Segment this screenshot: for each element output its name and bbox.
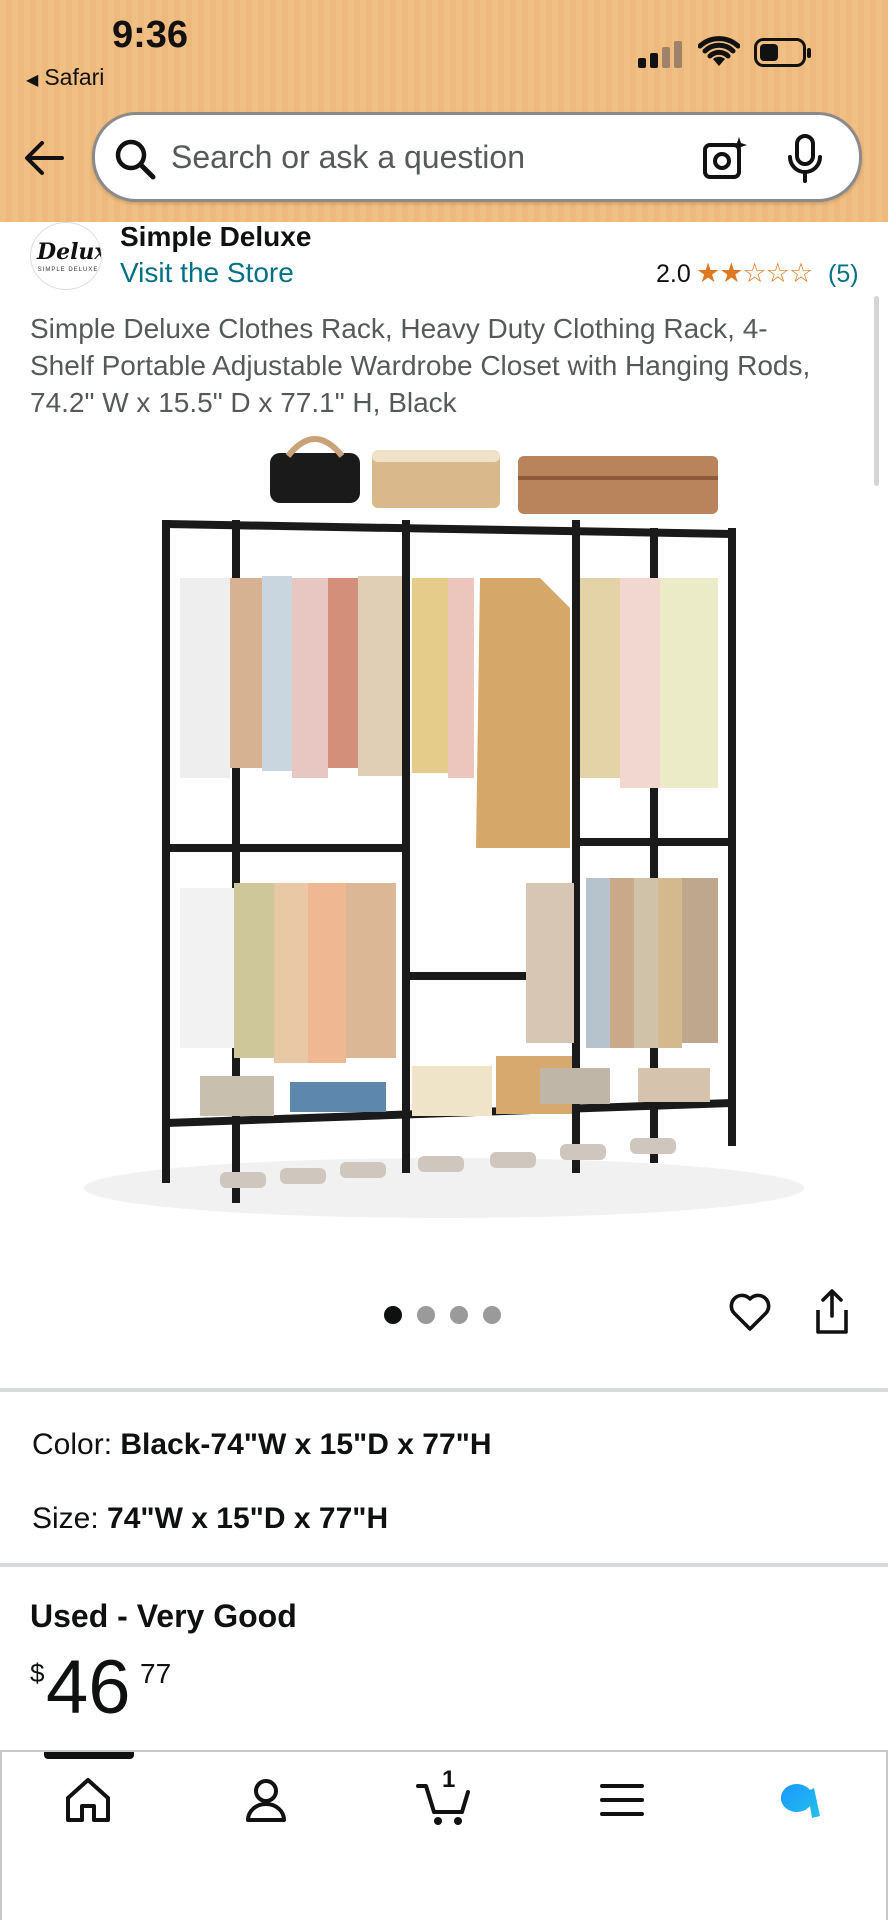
price-fraction: 77 <box>140 1658 172 1689</box>
review-count-link[interactable]: (5) <box>828 260 859 289</box>
carousel-dot[interactable] <box>417 1306 435 1324</box>
star-empty-icon: ☆ <box>742 258 766 288</box>
back-to-safari[interactable]: ◀ Safari <box>26 64 104 91</box>
back-app-label: Safari <box>44 64 105 90</box>
star-empty-icon: ☆ <box>788 258 813 288</box>
color-option[interactable]: Color: Black-74"W x 15"D x 77"H <box>32 1428 492 1462</box>
account-icon[interactable] <box>236 1770 296 1830</box>
price-currency: $ <box>30 1658 45 1688</box>
divider <box>0 1388 888 1392</box>
color-label: Color: <box>32 1428 113 1461</box>
wishlist-heart-icon[interactable] <box>728 1290 772 1334</box>
product-image[interactable] <box>40 428 848 1238</box>
visit-store-link[interactable]: Visit the Store <box>120 257 294 289</box>
status-time: 9:36 <box>112 14 189 56</box>
product-title: Simple Deluxe Clothes Rack, Heavy Duty C… <box>30 313 811 418</box>
nav-active-indicator <box>44 1752 134 1759</box>
wifi-icon <box>698 36 740 66</box>
microphone-icon[interactable] <box>785 133 825 185</box>
star-icon: ★ <box>719 258 743 288</box>
home-icon[interactable] <box>58 1770 118 1830</box>
star-empty-icon: ☆ <box>765 258 790 288</box>
size-label: Size: <box>32 1502 99 1535</box>
search-input[interactable]: Search or ask a question <box>171 139 525 176</box>
item-condition: Used - Very Good <box>30 1598 297 1634</box>
store-logo[interactable]: Deluxe SIMPLE DELUXE <box>30 222 102 290</box>
rating-stars[interactable]: ★★☆☆☆ <box>696 258 813 289</box>
back-triangle-icon: ◀ <box>26 72 39 89</box>
store-name: Simple Deluxe <box>120 221 312 252</box>
store-logo-subtext: SIMPLE DELUXE <box>37 267 99 273</box>
cart-count-badge: 1 <box>442 1766 456 1793</box>
rufus-icon[interactable] <box>770 1770 830 1830</box>
rating-value[interactable]: 2.0 <box>656 260 691 289</box>
search-bar[interactable]: Search or ask a question <box>92 112 862 202</box>
store-logo-text: Deluxe <box>37 239 101 265</box>
battery-icon <box>754 38 811 67</box>
carousel-dot-active[interactable] <box>384 1306 402 1324</box>
size-value: 74"W x 15"D x 77"H <box>107 1502 389 1535</box>
back-arrow-icon[interactable] <box>22 135 68 181</box>
search-icon <box>115 139 156 180</box>
divider <box>0 1563 888 1567</box>
price-whole: 46 <box>46 1645 131 1730</box>
star-icon: ★ <box>696 258 720 288</box>
header: 9:36 ◀ Safari Search or ask a question <box>0 0 888 222</box>
carousel-dot[interactable] <box>450 1306 468 1324</box>
share-icon[interactable] <box>812 1288 852 1336</box>
color-value: Black-74"W x 15"D x 77"H <box>120 1428 492 1461</box>
signal-icon <box>638 40 686 68</box>
camera-search-icon[interactable] <box>701 135 749 183</box>
scroll-indicator <box>874 296 879 486</box>
carousel-dot[interactable] <box>483 1306 501 1324</box>
size-option[interactable]: Size: 74"W x 15"D x 77"H <box>32 1502 388 1536</box>
menu-icon[interactable] <box>592 1770 652 1830</box>
